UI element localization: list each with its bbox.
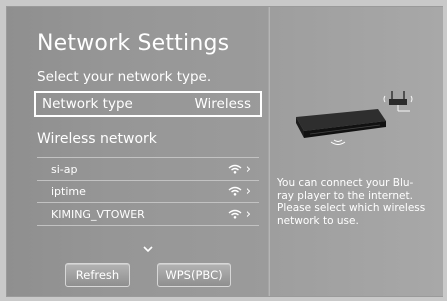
wifi-icon [228,164,242,174]
chevron-right-icon: › [245,183,251,199]
info-panel [269,7,443,296]
chevron-right-icon: › [245,206,251,222]
network-type-label: Network type [42,96,133,112]
wps-pbc-button[interactable]: WPS(PBC) [157,263,231,287]
page-title: Network Settings [37,31,230,56]
help-line: Please select which wireless [277,202,426,214]
wifi-icon [228,186,242,196]
chevron-right-icon: › [245,161,251,177]
network-settings-screen: Network Settings Select your network typ… [6,6,443,297]
wifi-icon [228,209,242,219]
network-item-iptime[interactable]: iptime › [37,180,259,203]
network-type-value: Wireless [194,96,252,112]
bluray-player-icon [296,109,386,145]
network-help-text: You can connect your Blu- ray player to … [277,177,442,227]
network-type-selector[interactable]: Network type Wireless [34,91,262,117]
network-name: KIMING_VTOWER [51,207,145,221]
help-line: network to use. [277,214,359,227]
help-line: ray player to the internet. [277,189,413,202]
settings-panel: Network Settings Select your network typ… [7,7,268,296]
network-name: si-ap [51,162,78,176]
page-subtitle: Select your network type. [37,69,212,85]
network-item-kiming-vtower[interactable]: KIMING_VTOWER › [37,203,259,226]
wireless-network-heading: Wireless network [37,131,157,147]
router-icon [383,91,413,112]
help-line: You can connect your Blu- [277,177,414,189]
chevron-down-icon[interactable] [143,245,153,253]
network-item-si-ap[interactable]: si-ap › [37,157,259,181]
refresh-button[interactable]: Refresh [65,263,130,287]
network-name: iptime [51,184,86,198]
